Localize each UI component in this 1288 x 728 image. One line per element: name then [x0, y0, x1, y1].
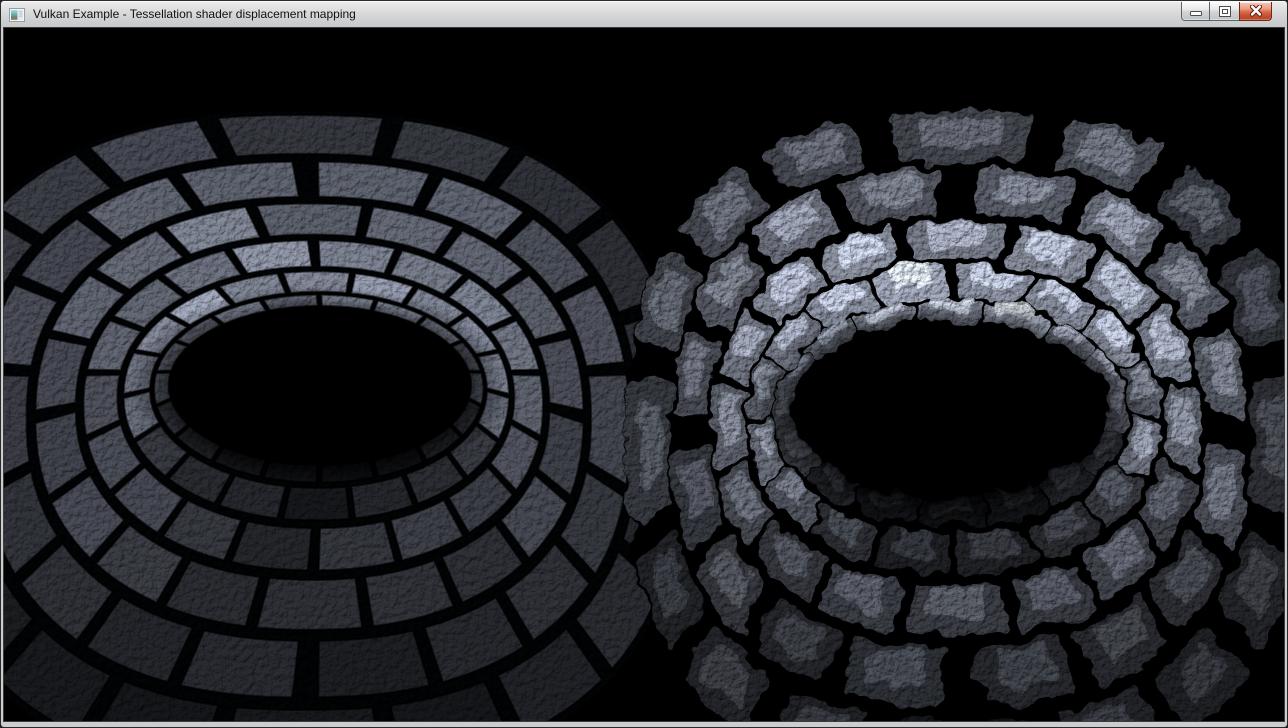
torus-base-mesh [4, 111, 685, 721]
vulkan-scene [4, 28, 1284, 721]
maximize-icon [1219, 6, 1231, 17]
app-icon [9, 7, 25, 23]
title-bar[interactable]: Vulkan Example - Tessellation shader dis… [1, 1, 1287, 28]
minimize-button[interactable] [1181, 2, 1210, 21]
window-controls [1181, 2, 1272, 21]
torus-displacement-mapped [627, 108, 1284, 721]
render-viewport[interactable] [4, 28, 1284, 721]
minimize-icon [1190, 11, 1202, 17]
maximize-button[interactable] [1210, 2, 1239, 21]
app-window: Vulkan Example - Tessellation shader dis… [0, 0, 1288, 728]
window-title: Vulkan Example - Tessellation shader dis… [31, 1, 1279, 28]
close-icon [1249, 5, 1263, 17]
close-button[interactable] [1239, 2, 1272, 21]
